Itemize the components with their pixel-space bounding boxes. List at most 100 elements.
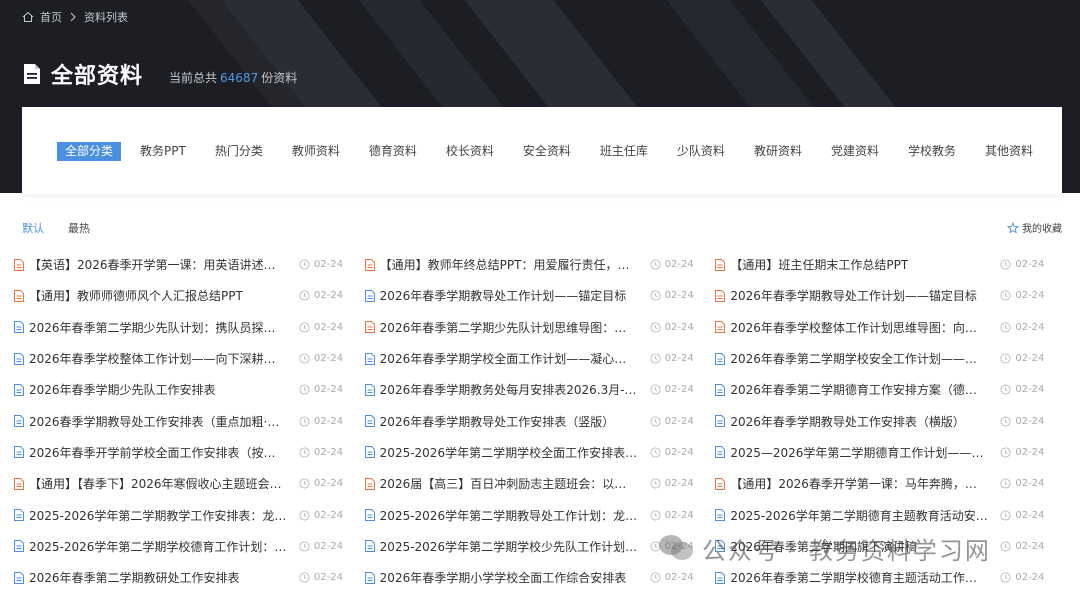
item-title[interactable]: 2026年春季学期少先队工作安排表 (29, 381, 287, 398)
item-title[interactable]: 【通用】2026春季开学第一课：马年奔腾，策马扬鞭 (730, 475, 988, 492)
item-title[interactable]: 2026年春季第二学期学校安全工作计划——守好一方 (730, 350, 988, 367)
favorites-link[interactable]: 我的收藏 (1007, 220, 1062, 235)
list-item[interactable]: 【通用】班主任期末工作总结PPT 02-24 (715, 249, 1066, 280)
list-item[interactable]: 【通用】教师师德师风个人汇报总结PPT 02-24 (14, 280, 365, 311)
item-title[interactable]: 2026年春季学期教导处工作计划——锚定目标 (730, 287, 988, 304)
category-tab[interactable]: 党建资料 (829, 142, 881, 161)
item-title[interactable]: 【英语】2026春季开学第一课：用英语讲述我的寒假生活 (29, 256, 287, 273)
item-title[interactable]: 2026年春季第二学期少先队计划思维导图：携手 (380, 319, 638, 336)
item-title[interactable]: 2026年春季第二学期德育工作安排方案（德育四表） (730, 381, 988, 398)
category-tab[interactable]: 其他资料 (983, 142, 1035, 161)
list-row: 2026年春季第二学期教研处工作安排表 02-24 2026年春季学期小学学校全面工… (14, 562, 1066, 591)
item-title[interactable]: 2026年春季学期教导处工作计划——锚定目标 (380, 287, 638, 304)
item-title[interactable]: 2026年春季学期小学学校全面工作综合安排表 (380, 569, 638, 586)
sort-hot[interactable]: 最热 (68, 220, 90, 236)
document-icon (24, 64, 40, 84)
breadcrumb-home[interactable]: 首页 (40, 9, 62, 25)
doc-file-icon (715, 446, 726, 459)
list-item[interactable]: 2026年春季第二学期教研处工作安排表 02-24 (14, 562, 365, 591)
list-item[interactable]: 2026年春季学期教导处工作计划——锚定目标 02-24 (364, 280, 716, 311)
list-item[interactable]: 2026年春季第二学期德育工作安排方案（德育四表） 02-24 (715, 374, 1066, 405)
item-title[interactable]: 2025-2026学年第二学期学校少先队工作计划（新） (380, 538, 638, 555)
title-row: 全部资料 当前总共 64687 份资料 (22, 58, 297, 90)
list-item[interactable]: 2025-2026学年第二学期教导处工作计划：龙马精神 02-24 (364, 499, 716, 530)
item-date-text: 02-24 (664, 572, 694, 584)
home-icon[interactable] (22, 11, 34, 23)
item-title[interactable]: 2026年春季学期学校全面工作计划——凝心聚力 (380, 350, 638, 367)
item-title[interactable]: 2026年春季第二学期国旗下演讲稿 (730, 538, 988, 555)
category-tab[interactable]: 热门分类 (213, 142, 265, 161)
item-title[interactable]: 2026年春季学期教导处工作安排表（竖版） (380, 413, 638, 430)
list-item[interactable]: 2026年春季学期教导处工作安排表（横版） 02-24 (715, 405, 1066, 436)
item-title[interactable]: 2025-2026学年第二学期学校德育工作计划：骏马奔腾 (29, 538, 287, 555)
category-tab[interactable]: 安全资料 (521, 142, 573, 161)
list-item[interactable]: 2026年春季开学前学校全面工作安排表（按照时间） 02-24 (14, 437, 365, 468)
list-item[interactable]: 2026年春季学期小学学校全面工作综合安排表 02-24 (364, 562, 716, 591)
item-title[interactable]: 2025—2026学年第二学期德育工作计划——立德树人 (730, 444, 988, 461)
list-item[interactable]: 2026年春季第二学期少先队计划思维导图：携手 02-24 (364, 312, 716, 343)
item-title[interactable]: 2025-2026学年第二学期学校全面工作安排表（详） (380, 444, 638, 461)
doc-file-icon (14, 509, 24, 522)
item-title[interactable]: 2026年春季第二学期教研处工作安排表 (29, 569, 287, 586)
item-title[interactable]: 2026年春季第二学期学校德育主题活动工作安排表 (730, 569, 988, 586)
sort-tabs: 默认 最热 (22, 220, 114, 236)
category-tab[interactable]: 教师资料 (290, 142, 342, 161)
list-item[interactable]: 2026年春季学期教务处每月安排表2026.3月-7月 02-24 (364, 374, 716, 405)
item-title[interactable]: 2025-2026学年第二学期德育主题教育活动安排表 (730, 507, 988, 524)
ppt-file-icon (715, 258, 726, 271)
clock-icon (1000, 509, 1011, 521)
list-item[interactable]: 2026年春季第二学期学校德育主题活动工作安排表 02-24 (715, 562, 1066, 591)
category-tab[interactable]: 校长资料 (444, 142, 496, 161)
list-item[interactable]: 2026年春季第二学期少先队计划：携队员探征程 02-24 (14, 312, 365, 343)
list-item[interactable]: 2025-2026学年第二学期德育主题教育活动安排表 02-24 (715, 499, 1066, 530)
category-tab[interactable]: 学校教务 (906, 142, 958, 161)
list-item[interactable]: 2026年春季第二学期国旗下演讲稿 02-24 (715, 531, 1066, 562)
category-tab[interactable]: 教务PPT (138, 142, 188, 161)
list-item[interactable]: 2026年春季学校整体工作计划——向下深耕一寸 02-24 (14, 343, 365, 374)
favorites-label[interactable]: 我的收藏 (1022, 220, 1062, 235)
clock-icon (650, 290, 661, 301)
item-title[interactable]: 2026年春季学期教导处工作安排表（横版） (730, 413, 988, 430)
category-tab[interactable]: 班主任库 (598, 142, 650, 161)
list-item[interactable]: 【通用】教师年终总结PPT：用爱履行责任，用心提升自我 02-24 (364, 249, 716, 280)
item-title[interactable]: 2025-2026学年第二学期教学工作安排表：龙马精神 (29, 507, 287, 524)
list-item[interactable]: 【通用】【春季下】2026年寒假收心主题班会PPT 02-24 (14, 468, 365, 499)
list-item[interactable]: 2026年春季学期教导处工作计划——锚定目标 02-24 (715, 280, 1066, 311)
ppt-file-icon (364, 477, 375, 490)
sort-default[interactable]: 默认 (22, 220, 44, 236)
item-title[interactable]: 2026届【高三】百日冲刺励志主题班会：以热血 (380, 475, 638, 492)
category-tab[interactable]: 少队资料 (675, 142, 727, 161)
item-title[interactable]: 2026年春季学校整体工作计划——向下深耕一寸 (29, 350, 287, 367)
item-title[interactable]: 【通用】班主任期末工作总结PPT (730, 256, 988, 273)
item-title[interactable]: 2026年春季第二学期少先队计划：携队员探征程 (29, 319, 287, 336)
item-title[interactable]: 【通用】教师师德师风个人汇报总结PPT (29, 287, 287, 304)
list-row: 2026年春季学校整体工作计划——向下深耕一寸 02-24 2026年春季学期学校全… (14, 343, 1066, 374)
list-item[interactable]: 2025-2026学年第二学期学校德育工作计划：骏马奔腾 02-24 (14, 531, 365, 562)
list-item[interactable]: 【通用】2026春季开学第一课：马年奔腾，策马扬鞭 02-24 (715, 468, 1066, 499)
item-title[interactable]: 【通用】【春季下】2026年寒假收心主题班会PPT (29, 475, 287, 492)
list-item[interactable]: 2025-2026学年第二学期学校全面工作安排表（详） 02-24 (364, 437, 716, 468)
category-tab[interactable]: 全部分类 (57, 142, 122, 161)
list-item[interactable]: 2026年春季学期学校全面工作计划——凝心聚力 02-24 (364, 343, 716, 374)
item-date-text: 02-24 (314, 321, 344, 333)
item-title[interactable]: 2026春季学期教导处工作安排表（重点加粗·修订版） (29, 413, 287, 430)
item-title[interactable]: 2025-2026学年第二学期教导处工作计划：龙马精神 (380, 507, 638, 524)
list-item[interactable]: 2026年春季第二学期学校安全工作计划——守好一方 02-24 (715, 343, 1066, 374)
list-item[interactable]: 【英语】2026春季开学第一课：用英语讲述我的寒假生活 02-24 (14, 249, 365, 280)
list-item[interactable]: 2026年春季学校整体工作计划思维导图：向下扎根 02-24 (715, 312, 1066, 343)
list-item[interactable]: 2026年春季学期教导处工作安排表（竖版） 02-24 (364, 405, 716, 436)
item-date: 02-24 (650, 322, 694, 333)
list-item[interactable]: 2026届【高三】百日冲刺励志主题班会：以热血 02-24 (364, 468, 716, 499)
item-title[interactable]: 【通用】教师年终总结PPT：用爱履行责任，用心提升自我 (380, 256, 638, 273)
item-title[interactable]: 2026年春季学期教务处每月安排表2026.3月-7月 (380, 381, 638, 398)
list-item[interactable]: 2026年春季学期少先队工作安排表 02-24 (14, 374, 365, 405)
list-item[interactable]: 2026春季学期教导处工作安排表（重点加粗·修订版） 02-24 (14, 405, 365, 436)
list-item[interactable]: 2025-2026学年第二学期学校少先队工作计划（新） 02-24 (364, 531, 716, 562)
list-item[interactable]: 2025—2026学年第二学期德育工作计划——立德树人 02-24 (715, 437, 1066, 468)
category-tab[interactable]: 德育资料 (367, 142, 419, 161)
item-date-text: 02-24 (1015, 446, 1045, 458)
category-tab[interactable]: 教研资料 (752, 142, 804, 161)
item-title[interactable]: 2026年春季学校整体工作计划思维导图：向下扎根 (730, 319, 988, 336)
list-item[interactable]: 2025-2026学年第二学期教学工作安排表：龙马精神 02-24 (14, 499, 365, 530)
item-title[interactable]: 2026年春季开学前学校全面工作安排表（按照时间） (29, 444, 287, 461)
